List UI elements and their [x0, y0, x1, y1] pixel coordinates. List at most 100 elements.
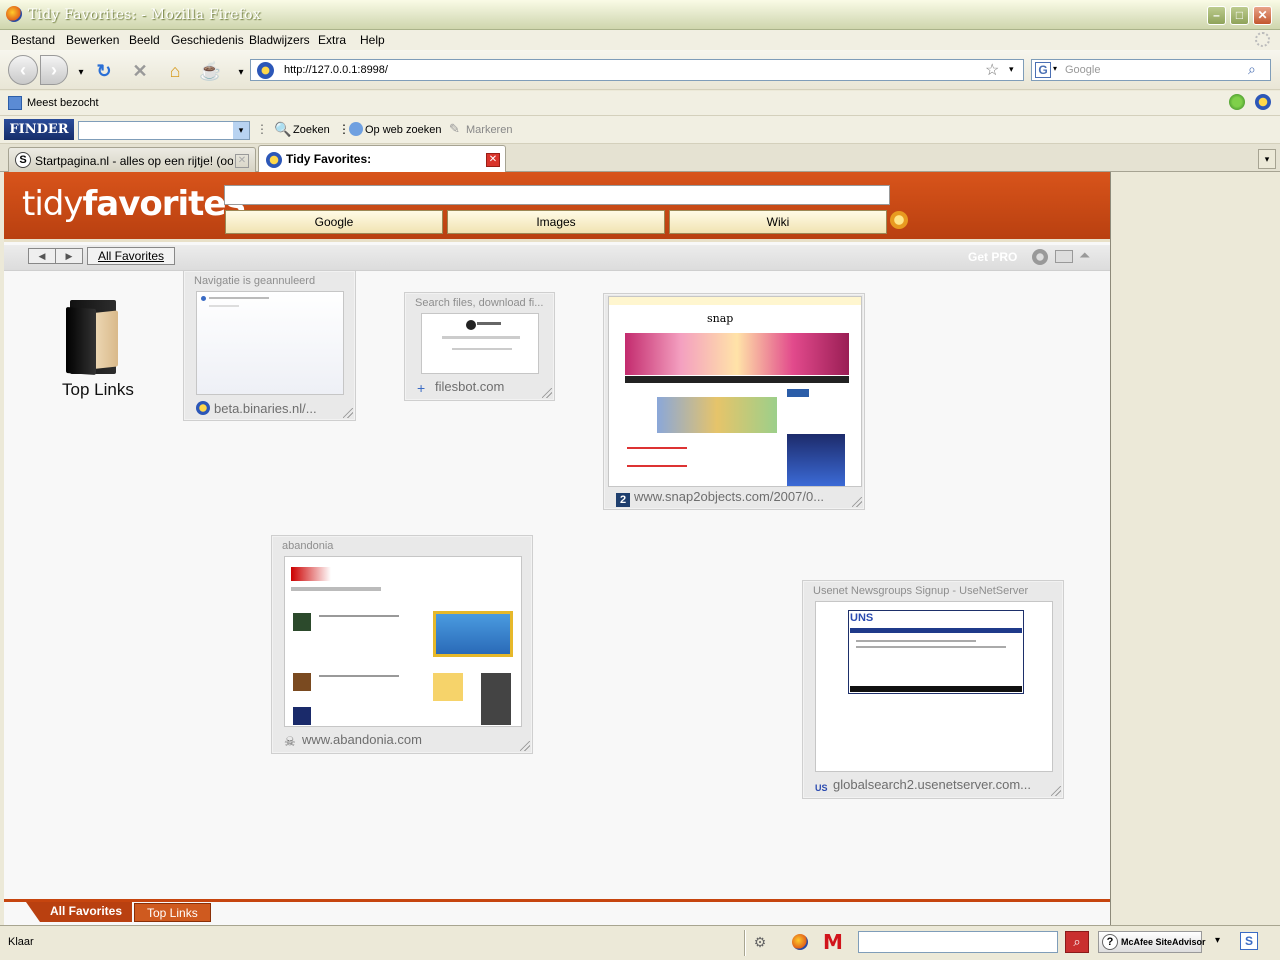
tile-footer: + filesbot.com — [417, 379, 547, 395]
close-window-button[interactable]: ✕ — [1253, 6, 1272, 25]
google-button[interactable]: Google — [225, 210, 443, 234]
bottom-tab-all-favorites[interactable]: All Favorites — [40, 902, 133, 922]
folder-label[interactable]: Top Links — [62, 380, 134, 400]
thumb-logo: snap — [707, 312, 734, 325]
maximize-button[interactable]: □ — [1230, 6, 1249, 25]
bottom-tab-top-links[interactable]: Top Links — [134, 903, 211, 922]
siteadvisor-button[interactable]: ? McAfee SiteAdvisor — [1098, 931, 1206, 953]
menu-bar: Bestand Bewerken Beeld Geschiedenis Blad… — [0, 30, 1280, 50]
upload-icon[interactable]: ⏶ — [1079, 247, 1090, 264]
finder-search-button[interactable]: Zoeken — [293, 124, 330, 136]
highlight-button[interactable]: Markeren — [466, 124, 512, 136]
siteadvisor-dropdown-icon[interactable]: ▾ — [1215, 935, 1220, 946]
add-icon[interactable] — [1229, 94, 1245, 110]
throbber-icon — [1255, 32, 1270, 47]
mail-icon[interactable] — [1055, 250, 1073, 263]
resize-grip-icon[interactable] — [343, 408, 353, 418]
menu-extra[interactable]: Extra — [318, 33, 346, 47]
favorite-tile[interactable]: Usenet Newsgroups Signup - UseNetServer … — [802, 580, 1064, 799]
logo-light: tidy — [22, 184, 83, 224]
resize-grip-icon[interactable] — [520, 741, 530, 751]
reload-icon[interactable]: ↻ — [93, 60, 115, 82]
tidy-logo: tidyfavorites — [22, 184, 246, 224]
wiki-button[interactable]: Wiki — [669, 210, 887, 234]
status-text: Klaar — [8, 936, 34, 948]
forward-button[interactable]: › — [40, 55, 68, 85]
tile-thumbnail — [421, 313, 539, 374]
tile-thumbnail: UNS — [815, 601, 1053, 772]
tab-close-icon[interactable]: ✕ — [486, 153, 500, 167]
home-icon[interactable]: ⌂ — [164, 60, 186, 82]
engine-dropdown-icon[interactable]: ▾ — [1053, 64, 1057, 73]
tab-label: Startpagina.nl - alles op een rijtje! (o… — [35, 154, 233, 168]
tile-footer: ☠ www.abandonia.com — [284, 732, 524, 749]
stop-icon[interactable]: ✕ — [129, 60, 151, 82]
addon-dropdown-icon[interactable]: ▾ — [230, 62, 252, 84]
prev-arrow-icon[interactable]: ◀ — [28, 248, 56, 264]
puzzle-icon[interactable]: ⚙ — [750, 932, 770, 952]
tidy-header: tidyfavorites Google Images Wiki — [4, 172, 1110, 242]
question-icon: ? — [1102, 934, 1118, 950]
grip-icon: ⋮ — [256, 122, 268, 136]
mcafee-m-icon[interactable]: M — [823, 932, 843, 952]
tile-url: beta.binaries.nl/... — [214, 401, 317, 416]
resize-grip-icon[interactable] — [852, 497, 862, 507]
filesbot-favicon-icon: + — [417, 380, 426, 395]
tab-label: Tidy Favorites: — [286, 152, 372, 166]
history-dropdown-icon[interactable]: ▾ — [70, 62, 92, 84]
next-arrow-icon[interactable]: ▶ — [55, 248, 83, 264]
resize-grip-icon[interactable] — [542, 388, 552, 398]
search-go-icon[interactable]: ⌕ — [1248, 61, 1256, 78]
menu-beeld[interactable]: Beeld — [129, 33, 160, 47]
coffee-cup-icon[interactable]: ☕ — [199, 60, 221, 82]
menu-help[interactable]: Help — [360, 33, 385, 47]
url-dropdown-icon[interactable]: ▾ — [1009, 64, 1014, 75]
menu-bladwijzers[interactable]: Bladwijzers — [249, 33, 310, 47]
finder-logo[interactable]: FINDER — [4, 119, 74, 140]
get-pro-link[interactable]: Get PRO — [968, 250, 1017, 264]
most-visited-link[interactable]: Meest bezocht — [27, 97, 99, 109]
tab-tidy-favorites[interactable]: Tidy Favorites: ✕ — [258, 145, 506, 173]
tile-favicon-icon — [196, 401, 210, 415]
tab-list-dropdown-icon[interactable]: ▾ — [1258, 149, 1276, 169]
folder-icon[interactable] — [64, 298, 124, 376]
menu-bewerken[interactable]: Bewerken — [66, 33, 119, 47]
settings-gear-icon[interactable] — [1032, 249, 1048, 265]
snap2objects-favicon-icon: 2 — [616, 493, 630, 507]
status-search-icon[interactable]: ⌕ — [1065, 931, 1089, 953]
firefox-status-icon[interactable] — [790, 932, 810, 952]
tab-bar: S Startpagina.nl - alles op een rijtje! … — [0, 144, 1280, 173]
tidy-favorites-icon[interactable] — [1255, 94, 1271, 110]
resize-grip-icon[interactable] — [1051, 786, 1061, 796]
search-settings-icon[interactable] — [890, 211, 908, 229]
highlighter-icon: ✎ — [449, 121, 460, 136]
url-bar[interactable]: http://127.0.0.1:8998/ ☆ ▾ — [250, 59, 1024, 81]
bookmark-star-icon[interactable]: ☆ — [985, 60, 999, 80]
menu-geschiedenis[interactable]: Geschiedenis — [171, 33, 244, 47]
finder-dropdown-icon[interactable]: ▾ — [233, 122, 249, 139]
finder-search-input[interactable]: ▾ — [78, 121, 250, 140]
favorite-tile[interactable]: snap 2 www.snap2objects.com/2007/0... — [603, 293, 865, 510]
thumb-logo: UNS — [850, 612, 874, 624]
back-button[interactable]: ‹ — [8, 55, 38, 85]
web-search-icon — [349, 122, 363, 136]
s-addon-icon[interactable]: S — [1240, 932, 1258, 950]
status-search-input[interactable] — [858, 931, 1058, 953]
favorite-tile[interactable]: Navigatie is geannuleerd beta.binaries.n… — [183, 270, 356, 421]
favorite-tile[interactable]: Search files, download fi... + filesbot.c… — [404, 292, 555, 401]
tab-startpagina[interactable]: S Startpagina.nl - alles op een rijtje! … — [8, 147, 256, 172]
siteadvisor-label: McAfee SiteAdvisor — [1121, 937, 1206, 947]
images-button[interactable]: Images — [447, 210, 665, 234]
tidy-toolbar: ◀ ▶ All Favorites Get PRO ⏶ — [4, 245, 1110, 271]
tidy-search-input[interactable] — [224, 185, 890, 205]
tab-close-icon[interactable]: ✕ — [235, 154, 249, 168]
menu-bestand[interactable]: Bestand — [11, 33, 55, 47]
search-bar[interactable]: G ▾ Google ⌕ — [1031, 59, 1271, 81]
google-engine-icon[interactable]: G — [1035, 62, 1051, 78]
favorite-tile[interactable]: abandonia ☠ www.abandonia.com — [271, 535, 533, 754]
tile-footer: US globalsearch2.usenetserver.com... — [815, 777, 1055, 795]
all-favorites-button[interactable]: All Favorites — [87, 247, 176, 265]
web-search-button[interactable]: Op web zoeken — [365, 124, 441, 136]
site-favicon-icon — [257, 62, 274, 79]
minimize-button[interactable]: – — [1207, 6, 1226, 25]
